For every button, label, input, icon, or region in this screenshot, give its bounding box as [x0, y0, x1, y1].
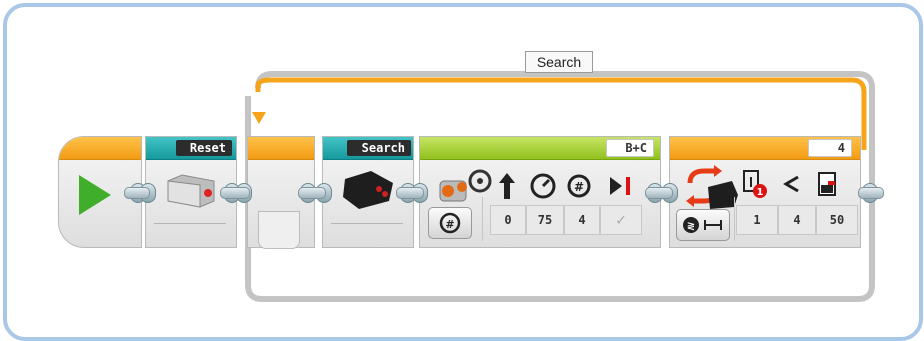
steering-up-arrow-icon [499, 173, 515, 199]
rotations-icon: # [567, 174, 591, 198]
rotations-mode-icon: # [439, 212, 461, 234]
param-power[interactable]: 75 [526, 205, 564, 235]
sequence-wire [645, 187, 673, 199]
sequence-wire [220, 187, 250, 199]
loop-arrow-icon [252, 112, 266, 124]
power-gauge-icon [530, 173, 556, 199]
svg-text:≷: ≷ [687, 221, 695, 232]
threshold-icon [818, 172, 836, 196]
reset-label: Reset [176, 140, 232, 156]
search-label: Search [347, 140, 411, 156]
param-compare-type[interactable]: 4 [778, 205, 816, 235]
sequence-wire [858, 187, 884, 199]
param-brake[interactable]: ✓ [600, 205, 642, 235]
search-myblock-icon [343, 171, 393, 209]
move-tank-icon [439, 169, 492, 202]
proximity-mode-icon: ≷ [683, 217, 722, 233]
sequence-wire [124, 187, 150, 199]
sequence-wire [396, 187, 424, 199]
motor-ports-selector[interactable]: B+C [606, 139, 654, 157]
brake-icon [610, 177, 630, 195]
param-channel[interactable]: 1 [736, 205, 778, 235]
wait-infrared-icon [686, 165, 738, 209]
param-rotations[interactable]: 4 [564, 205, 600, 235]
param-threshold[interactable]: 50 [816, 205, 858, 235]
mode-selector-rotations[interactable]: # [428, 207, 472, 239]
loop-condition-socket[interactable] [258, 211, 300, 249]
sensor-port-selector[interactable]: 4 [808, 139, 852, 157]
compare-less-than-icon [783, 175, 799, 193]
svg-text:1: 1 [757, 187, 764, 198]
svg-text:#: # [445, 218, 454, 231]
svg-text:#: # [574, 180, 584, 194]
mode-selector-proximity[interactable]: ≷ [676, 209, 730, 241]
channel-icon: 1 [743, 170, 767, 198]
play-icon[interactable] [79, 175, 111, 215]
sequence-wire [298, 187, 326, 199]
loop-label[interactable]: Search [525, 51, 593, 73]
param-steering[interactable]: 0 [490, 205, 526, 235]
motor-icon [167, 174, 215, 208]
